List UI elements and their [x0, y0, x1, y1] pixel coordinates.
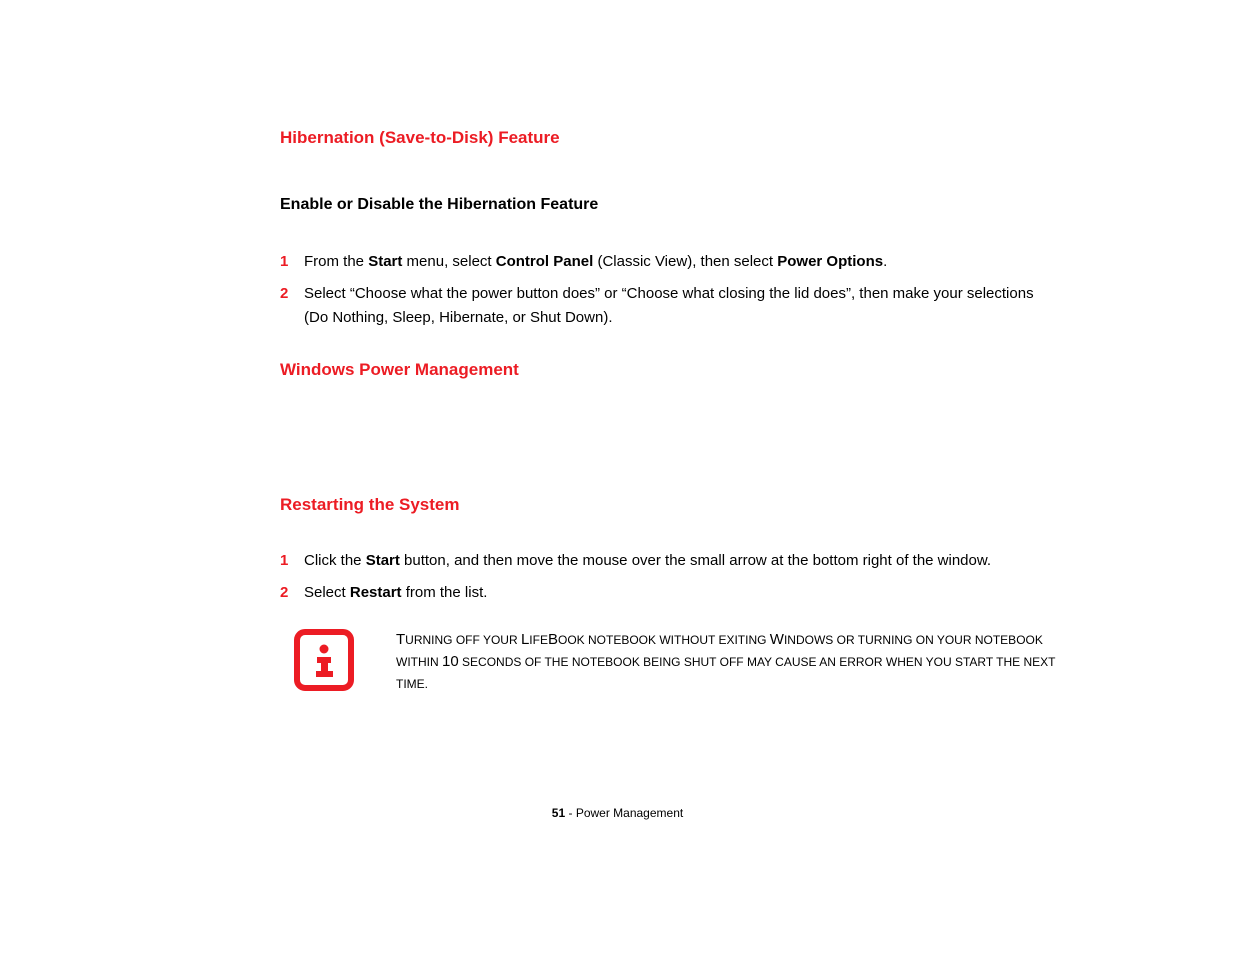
- heading-restarting-system: Restarting the System: [280, 495, 1060, 515]
- text-segment: menu, select: [402, 253, 495, 270]
- text-segment: 10: [442, 653, 459, 670]
- page-footer: 51 - Power Management: [0, 806, 1235, 820]
- text-bold: Start: [366, 552, 400, 569]
- text-segment: (Classic View), then select: [593, 253, 777, 270]
- page-number: 51: [552, 806, 565, 820]
- text-segment: ife: [529, 633, 548, 647]
- info-text: Turning off your LifeBook notebook witho…: [396, 629, 1060, 694]
- list-item: 2 Select Restart from the list.: [280, 581, 1060, 605]
- text-segment: T: [396, 631, 405, 648]
- footer-separator: -: [565, 806, 576, 820]
- text-segment: urning off your: [405, 633, 521, 647]
- text-segment: Select: [304, 584, 350, 601]
- text-segment: from the list.: [402, 584, 488, 601]
- list-text: Select “Choose what the power button doe…: [304, 282, 1060, 330]
- restart-steps-list: 1 Click the Start button, and then move …: [280, 549, 1060, 605]
- text-segment: seconds of the notebook being shut off m…: [396, 655, 1055, 691]
- list-item: 1 Click the Start button, and then move …: [280, 549, 1060, 573]
- list-number: 2: [280, 581, 304, 605]
- text-bold: Control Panel: [496, 253, 594, 270]
- info-callout: Turning off your LifeBook notebook witho…: [294, 629, 1060, 694]
- heading-enable-disable-hibernation: Enable or Disable the Hibernation Featur…: [280, 196, 1060, 214]
- text-bold: Start: [368, 253, 402, 270]
- hibernation-steps-list: 1 From the Start menu, select Control Pa…: [280, 250, 1060, 330]
- list-number: 1: [280, 250, 304, 274]
- text-bold: Restart: [350, 584, 402, 601]
- list-item: 2 Select “Choose what the power button d…: [280, 282, 1060, 330]
- text-segment: button, and then move the mouse over the…: [400, 552, 991, 569]
- list-text: Click the Start button, and then move th…: [304, 549, 1060, 573]
- text-segment: B: [548, 631, 558, 648]
- text-segment: W: [770, 631, 784, 648]
- text-segment: From the: [304, 253, 368, 270]
- text-bold: Power Options: [777, 253, 883, 270]
- list-text: From the Start menu, select Control Pane…: [304, 250, 1060, 274]
- info-icon: [294, 629, 354, 691]
- list-text: Select Restart from the list.: [304, 581, 1060, 605]
- heading-hibernation-feature: Hibernation (Save-to-Disk) Feature: [280, 128, 1060, 148]
- text-segment: .: [883, 253, 887, 270]
- text-segment: Click the: [304, 552, 366, 569]
- heading-windows-power-management: Windows Power Management: [280, 360, 1060, 380]
- list-number: 1: [280, 549, 304, 573]
- footer-section: Power Management: [576, 806, 683, 820]
- text-segment: ook notebook without exiting: [558, 633, 770, 647]
- list-number: 2: [280, 282, 304, 306]
- list-item: 1 From the Start menu, select Control Pa…: [280, 250, 1060, 274]
